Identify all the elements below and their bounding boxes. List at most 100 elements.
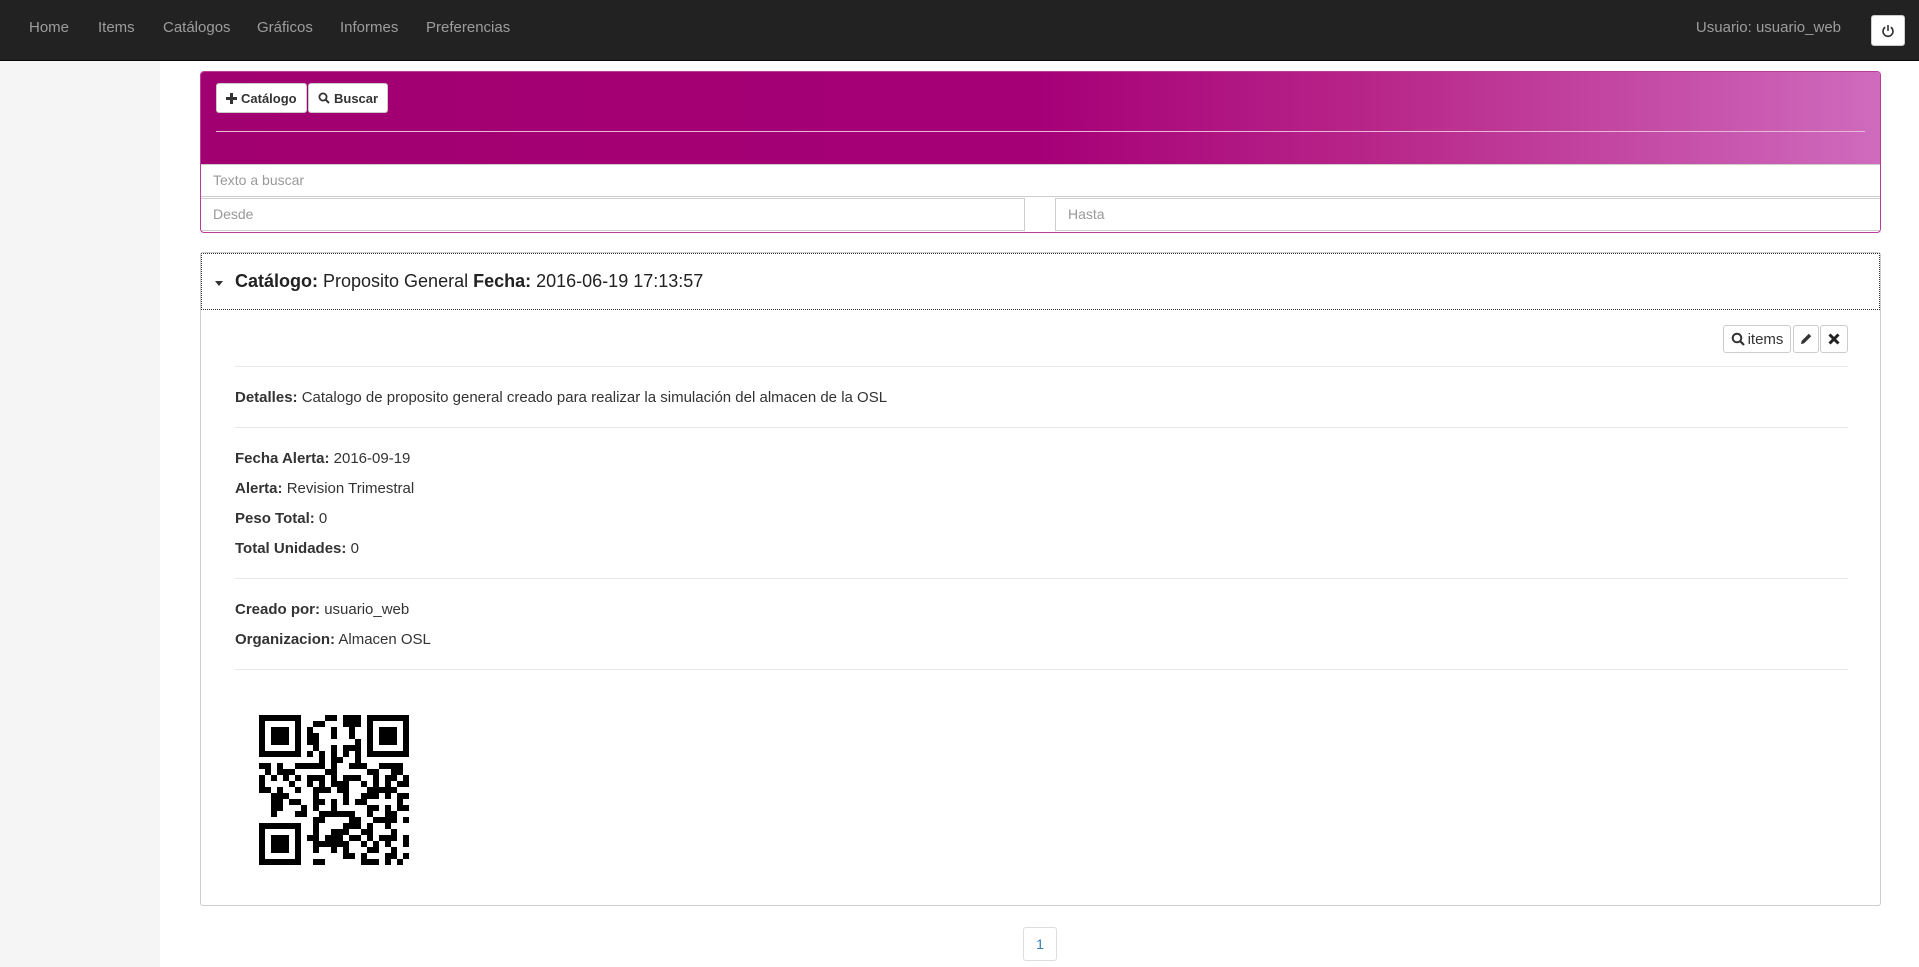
qr-module xyxy=(343,751,349,757)
qr-module xyxy=(367,829,373,835)
qr-module xyxy=(331,799,337,805)
qr-module xyxy=(397,769,403,775)
nav-home[interactable]: Home xyxy=(29,0,69,56)
qr-module xyxy=(277,799,283,805)
nav-preferencias[interactable]: Preferencias xyxy=(426,0,510,56)
qr-module xyxy=(397,799,403,805)
qr-module xyxy=(343,781,349,787)
qr-module xyxy=(367,787,373,793)
organization-value: Almacen OSL xyxy=(338,631,431,648)
qr-module xyxy=(367,823,373,829)
nav-graficos[interactable]: Gráficos xyxy=(257,0,313,56)
qr-module xyxy=(277,835,283,841)
qr-module xyxy=(355,823,361,829)
qr-module xyxy=(289,781,295,787)
delete-button[interactable] xyxy=(1820,325,1848,353)
divider xyxy=(216,131,1865,132)
search-button[interactable]: Buscar xyxy=(308,83,389,113)
qr-module xyxy=(331,715,337,721)
qr-module xyxy=(337,757,343,763)
qr-module xyxy=(385,823,391,829)
qr-module xyxy=(379,751,385,757)
date-to-input[interactable] xyxy=(1055,198,1880,231)
qr-module xyxy=(271,835,277,841)
qr-module xyxy=(343,787,349,793)
qr-module xyxy=(319,781,325,787)
qr-module xyxy=(289,769,295,775)
search-text-input[interactable] xyxy=(201,164,1880,197)
qr-module xyxy=(331,763,337,769)
qr-module xyxy=(385,817,391,823)
search-icon xyxy=(318,92,330,104)
nav-catalogos[interactable]: Catálogos xyxy=(163,0,231,56)
qr-module xyxy=(379,727,385,733)
qr-module xyxy=(337,787,343,793)
qr-module xyxy=(283,775,289,781)
qr-module xyxy=(373,847,379,853)
qr-module xyxy=(397,751,403,757)
qr-module xyxy=(319,757,325,763)
qr-module xyxy=(403,781,409,787)
logout-button[interactable] xyxy=(1871,15,1905,46)
qr-module xyxy=(319,817,325,823)
qr-module xyxy=(295,847,301,853)
pagination-page-1[interactable]: 1 xyxy=(1023,927,1057,961)
qr-module xyxy=(385,715,391,721)
qr-module xyxy=(271,751,277,757)
qr-module xyxy=(343,745,349,751)
view-items-button[interactable]: items xyxy=(1723,325,1791,353)
qr-module xyxy=(331,727,337,733)
nav-informes[interactable]: Informes xyxy=(340,0,398,56)
divider xyxy=(235,669,1848,670)
catalog-header-toggle[interactable]: Catálogo: Proposito General Fecha: 2016-… xyxy=(201,253,1880,310)
qr-module xyxy=(367,835,373,841)
catalog-label: Catálogo: xyxy=(235,271,318,291)
qr-module xyxy=(373,751,379,757)
units-row: Total Unidades: 0 xyxy=(235,540,359,557)
qr-module xyxy=(355,775,361,781)
qr-module xyxy=(319,775,325,781)
edit-button[interactable] xyxy=(1793,325,1819,353)
qr-module xyxy=(277,715,283,721)
qr-module xyxy=(331,751,337,757)
nav-items[interactable]: Items xyxy=(98,0,135,56)
qr-module xyxy=(379,787,385,793)
qr-module xyxy=(325,787,331,793)
qr-module xyxy=(265,859,271,865)
qr-module xyxy=(313,847,319,853)
weight-label: Peso Total: xyxy=(235,510,315,527)
qr-module xyxy=(349,715,355,721)
date-from-input[interactable] xyxy=(201,198,1025,231)
qr-module xyxy=(337,781,343,787)
alert-date-row: Fecha Alerta: 2016-09-19 xyxy=(235,450,410,467)
qr-module xyxy=(277,769,283,775)
qr-module xyxy=(307,835,313,841)
qr-module xyxy=(277,823,283,829)
qr-module xyxy=(283,841,289,847)
qr-module xyxy=(367,733,373,739)
qr-module xyxy=(385,805,391,811)
qr-module xyxy=(391,715,397,721)
qr-module xyxy=(259,823,265,829)
qr-module xyxy=(391,829,397,835)
qr-module xyxy=(403,793,409,799)
qr-module xyxy=(265,823,271,829)
alert-value: Revision Trimestral xyxy=(286,480,415,497)
qr-module xyxy=(259,715,265,721)
qr-module xyxy=(259,859,265,865)
add-catalog-button[interactable]: Catálogo xyxy=(216,83,307,113)
qr-module xyxy=(313,793,319,799)
qr-module xyxy=(385,853,391,859)
qr-module xyxy=(295,811,301,817)
qr-module xyxy=(277,787,283,793)
catalog-date: 2016-06-19 17:13:57 xyxy=(536,271,704,291)
qr-module xyxy=(391,811,397,817)
qr-module xyxy=(391,769,397,775)
qr-module xyxy=(379,733,385,739)
qr-module xyxy=(283,751,289,757)
qr-module xyxy=(379,763,385,769)
created-by-row: Creado por: usuario_web xyxy=(235,601,409,618)
qr-module xyxy=(403,853,409,859)
qr-module xyxy=(367,793,373,799)
qr-module xyxy=(391,751,397,757)
